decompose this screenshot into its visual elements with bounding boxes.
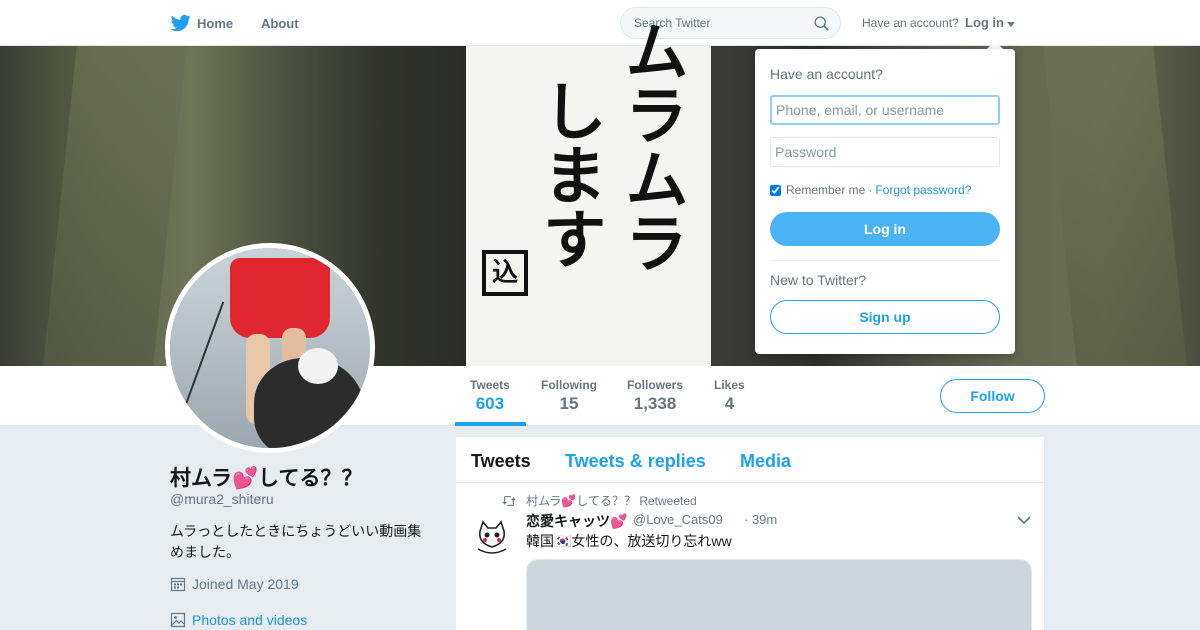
banner-sign-col2: します (532, 78, 606, 270)
stat-likes[interactable]: Likes 4 (714, 378, 745, 414)
profile-bio: ムラっとしたときにちょうどいい動画集めました。 (170, 523, 422, 560)
cat-avatar-icon (472, 517, 512, 557)
new-to-twitter-label: New to Twitter? (770, 272, 867, 288)
profile-name[interactable]: 村ムラ💕してる？？ (170, 462, 362, 492)
follow-button[interactable]: Follow (940, 379, 1045, 413)
stat-tweets[interactable]: Tweets 603 (470, 378, 510, 414)
login-link[interactable]: Log in (965, 15, 1004, 30)
banner-figure-left (43, 46, 187, 366)
photo-icon (170, 612, 186, 628)
username-field[interactable] (770, 95, 1000, 125)
profile-joined: Joined May 2019 (170, 576, 299, 592)
chevron-down-icon[interactable] (1017, 516, 1031, 524)
banner-sign-text: ムラムラ します 込 (466, 18, 711, 318)
tweet-author-name[interactable]: 恋愛キャッツ💕 (526, 511, 627, 531)
stat-label: Likes (714, 378, 745, 392)
caret-down-icon[interactable] (1007, 22, 1015, 27)
photos-and-videos-link[interactable]: Photos and videos (170, 612, 307, 628)
stat-following[interactable]: Following 15 (541, 378, 597, 414)
forgot-password-link[interactable]: Forgot password? (875, 183, 971, 197)
joined-text: Joined May 2019 (192, 576, 299, 592)
photos-link-label[interactable]: Photos and videos (192, 612, 307, 628)
stat-value: 1,338 (633, 394, 677, 413)
stat-value: 603 (475, 394, 505, 413)
retweet-icon (502, 495, 516, 506)
remember-me-label[interactable]: Remember me (786, 183, 865, 197)
tweet[interactable]: 村ムラ💕してる？？ Retweeted 恋愛キャッツ💕 @Love_Cats09… (456, 483, 1044, 630)
timeline-tabs: Tweets Tweets & replies Media (456, 437, 1044, 483)
banner-figure-right (1043, 46, 1187, 366)
search-icon[interactable] (813, 15, 830, 32)
tweet-author-handle[interactable]: @Love_Cats09 (633, 512, 723, 527)
tweet-avatar[interactable] (472, 517, 512, 557)
banner-sign-stamp: 込 (482, 250, 528, 296)
tab-tweets[interactable]: Tweets (471, 451, 531, 472)
nav-home-label: Home (197, 15, 234, 31)
tweet-timestamp[interactable]: · 39m (744, 512, 777, 527)
stat-value: 4 (724, 394, 735, 413)
timeline: Tweets Tweets & replies Media 村ムラ💕してる？？ … (456, 437, 1044, 630)
profile-handle[interactable]: @mura2_shiteru (170, 491, 274, 507)
retweeted-by[interactable]: 村ムラ💕してる？？ Retweeted (526, 492, 697, 509)
nav-about[interactable]: About (261, 16, 299, 31)
stat-label: Following (541, 378, 597, 392)
signup-button[interactable]: Sign up (770, 300, 1000, 334)
calendar-icon (170, 577, 186, 592)
tab-tweets-replies[interactable]: Tweets & replies (565, 451, 706, 472)
login-dropdown: Have an account? Remember me · Forgot pa… (755, 49, 1015, 354)
stat-label: Tweets (470, 378, 510, 392)
divider (770, 260, 1000, 261)
banner-sign-col1: ムラムラ (614, 18, 688, 274)
remember-me-row: Remember me · Forgot password? (770, 183, 971, 197)
login-button[interactable]: Log in (770, 212, 1000, 246)
separator: · (868, 183, 873, 197)
tweet-media[interactable] (526, 559, 1032, 630)
retweet-context: 村ムラ💕してる？？ Retweeted (502, 492, 697, 509)
avatar[interactable] (165, 243, 375, 453)
password-field[interactable] (770, 137, 1000, 167)
remember-me-checkbox[interactable] (770, 184, 781, 196)
tweet-text: 韓国🇰🇷女性の、放送切り忘れww (526, 533, 732, 549)
tab-media[interactable]: Media (740, 451, 791, 472)
nav-home[interactable]: Home (170, 13, 233, 33)
stat-label: Followers (627, 378, 684, 392)
twitter-bird-icon (170, 14, 191, 32)
have-account-label: Have an account? (862, 16, 959, 30)
stat-value: 15 (559, 394, 579, 413)
dropdown-title: Have an account? (770, 66, 883, 82)
stat-followers[interactable]: Followers 1,338 (627, 378, 683, 414)
active-stat-underline (455, 422, 526, 426)
